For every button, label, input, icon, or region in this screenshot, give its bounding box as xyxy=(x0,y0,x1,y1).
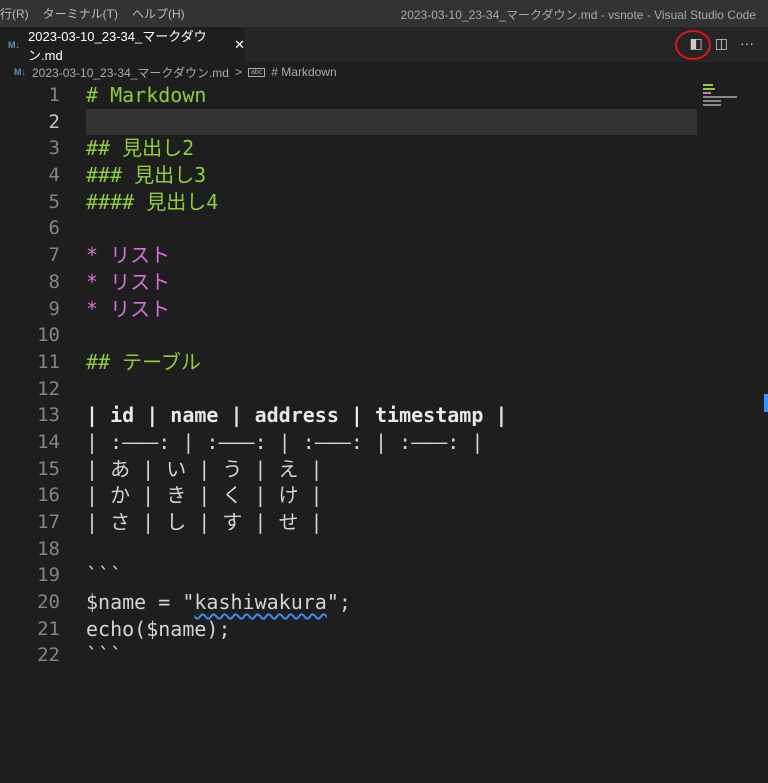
code-text: ``` xyxy=(86,563,123,588)
symbol-string-icon: abc xyxy=(247,67,266,77)
breadcrumb-separator: > xyxy=(234,65,242,79)
menu-run[interactable]: 行(R) xyxy=(0,5,29,22)
code-text: * リスト xyxy=(86,269,171,294)
line-number: 12 xyxy=(37,377,60,400)
code-text: | あ | い | う | え | xyxy=(86,456,323,481)
line-number: 9 xyxy=(48,297,60,320)
code-line[interactable]: 8 * リスト xyxy=(0,269,700,296)
line-number: 19 xyxy=(37,564,60,587)
code-line[interactable]: 11 ## テーブル xyxy=(0,349,700,376)
line-number: 11 xyxy=(37,350,60,373)
code-text: | さ | し | す | せ | xyxy=(86,510,323,534)
markdown-icon: M↓ xyxy=(14,67,26,77)
close-icon[interactable]: ✕ xyxy=(234,37,245,53)
line-number: 18 xyxy=(37,537,60,560)
code-line[interactable]: 13 | id | name | address | timestamp | xyxy=(0,402,700,429)
line-number: 7 xyxy=(48,244,60,267)
line-number: 14 xyxy=(37,430,60,453)
line-number: 2 xyxy=(48,110,60,133)
code-line[interactable]: 10 xyxy=(0,322,700,349)
line-number: 13 xyxy=(37,404,60,427)
markdown-icon: M↓ xyxy=(8,39,20,50)
code-line[interactable]: 18 xyxy=(0,536,700,563)
code-line[interactable]: 22 ``` xyxy=(0,642,700,669)
code-text: | id | name | address | timestamp | xyxy=(86,403,508,428)
line-number: 1 xyxy=(48,84,60,106)
code-line[interactable]: 6 xyxy=(0,215,700,242)
code-line[interactable]: 14 | :———: | :———: | :———: | :———: | xyxy=(0,429,700,456)
tab-markdown-file[interactable]: M↓ 2023-03-10_23-34_マークダウン.md ✕ xyxy=(0,27,245,63)
breadcrumb-symbol[interactable]: # Markdown xyxy=(271,65,336,79)
code-text: * リスト xyxy=(86,296,171,321)
window-title: 2023-03-10_23-34_マークダウン.md - vsnote - Vi… xyxy=(400,8,756,22)
line-number: 8 xyxy=(48,270,60,293)
code-text: ``` xyxy=(86,643,123,668)
code-line[interactable]: 21 echo($name); xyxy=(0,616,700,643)
code-text: ### 見出し3 xyxy=(86,163,207,188)
code-text: # Markdown xyxy=(86,83,207,107)
line-number: 21 xyxy=(37,617,60,640)
code-line[interactable]: 7 * リスト xyxy=(0,242,700,269)
line-number: 17 xyxy=(37,511,60,533)
code-line[interactable]: 19 ``` xyxy=(0,562,700,589)
menu-bar: 行(R) ターミナル(T) ヘルプ(H) xyxy=(0,5,185,22)
spelling-warning[interactable]: kashiwakura xyxy=(194,590,326,614)
code-line[interactable]: 5 #### 見出し4 xyxy=(0,189,700,216)
line-number: 5 xyxy=(48,190,60,213)
breadcrumb-file[interactable]: 2023-03-10_23-34_マークダウン.md xyxy=(32,64,229,81)
code-text: #### 見出し4 xyxy=(86,189,219,214)
code-line[interactable]: 1 # Markdown xyxy=(0,82,700,109)
title-bar: 行(R) ターミナル(T) ヘルプ(H) 2023-03-10_23-34_マー… xyxy=(0,0,768,27)
line-number: 20 xyxy=(37,591,60,614)
code-line[interactable]: 16 | か | き | く | け | xyxy=(0,482,700,509)
line-number: 6 xyxy=(48,217,60,240)
code-line[interactable]: 15 | あ | い | う | え | xyxy=(0,456,700,483)
code-editor[interactable]: 1 # Markdown 2 3 ## 見出し2 4 ### 見出し3 5 #### 見出し4 6… xyxy=(0,82,700,682)
code-text: ## テーブル xyxy=(86,349,201,374)
red-annotation-circle xyxy=(675,30,711,60)
tab-bar: M↓ 2023-03-10_23-34_マークダウン.md ✕ ◧ ◫ ··· xyxy=(0,27,768,63)
code-text: * リスト xyxy=(86,243,171,268)
code-text: | :———: | :———: | :———: | :———: | xyxy=(86,429,484,454)
code-line[interactable]: 2 xyxy=(0,108,700,136)
code-line[interactable]: 3 ## 見出し2 xyxy=(0,135,700,162)
line-number: 15 xyxy=(37,457,60,480)
menu-terminal[interactable]: ターミナル(T) xyxy=(43,5,118,22)
scrollbar-marker[interactable] xyxy=(764,394,768,412)
tab-label: 2023-03-10_23-34_マークダウン.md xyxy=(28,28,207,63)
line-number: 16 xyxy=(37,484,60,507)
line-number: 22 xyxy=(37,644,60,667)
line-number: 4 xyxy=(48,164,60,187)
code-line[interactable]: 9 * リスト xyxy=(0,296,700,323)
minimap[interactable] xyxy=(703,84,743,124)
split-editor-icon[interactable]: ◫ xyxy=(715,35,728,52)
breadcrumb: M↓ 2023-03-10_23-34_マークダウン.md > abc # Ma… xyxy=(0,62,337,82)
line-number: 10 xyxy=(37,324,60,347)
code-line[interactable]: 12 xyxy=(0,376,700,403)
code-text: $name = "kashiwakura"; xyxy=(86,590,351,615)
menu-help[interactable]: ヘルプ(H) xyxy=(132,5,185,22)
line-number: 3 xyxy=(48,137,60,160)
code-line[interactable]: 17 | さ | し | す | せ | xyxy=(0,509,700,536)
code-line[interactable]: 4 ### 見出し3 xyxy=(0,162,700,189)
code-text: echo($name); xyxy=(86,616,231,641)
current-line-highlight xyxy=(86,108,697,136)
code-text: | か | き | く | け | xyxy=(86,483,323,508)
code-line[interactable]: 20 $name = "kashiwakura"; xyxy=(0,589,700,616)
more-actions-icon[interactable]: ··· xyxy=(740,35,754,52)
code-text: ## 見出し2 xyxy=(86,136,195,161)
